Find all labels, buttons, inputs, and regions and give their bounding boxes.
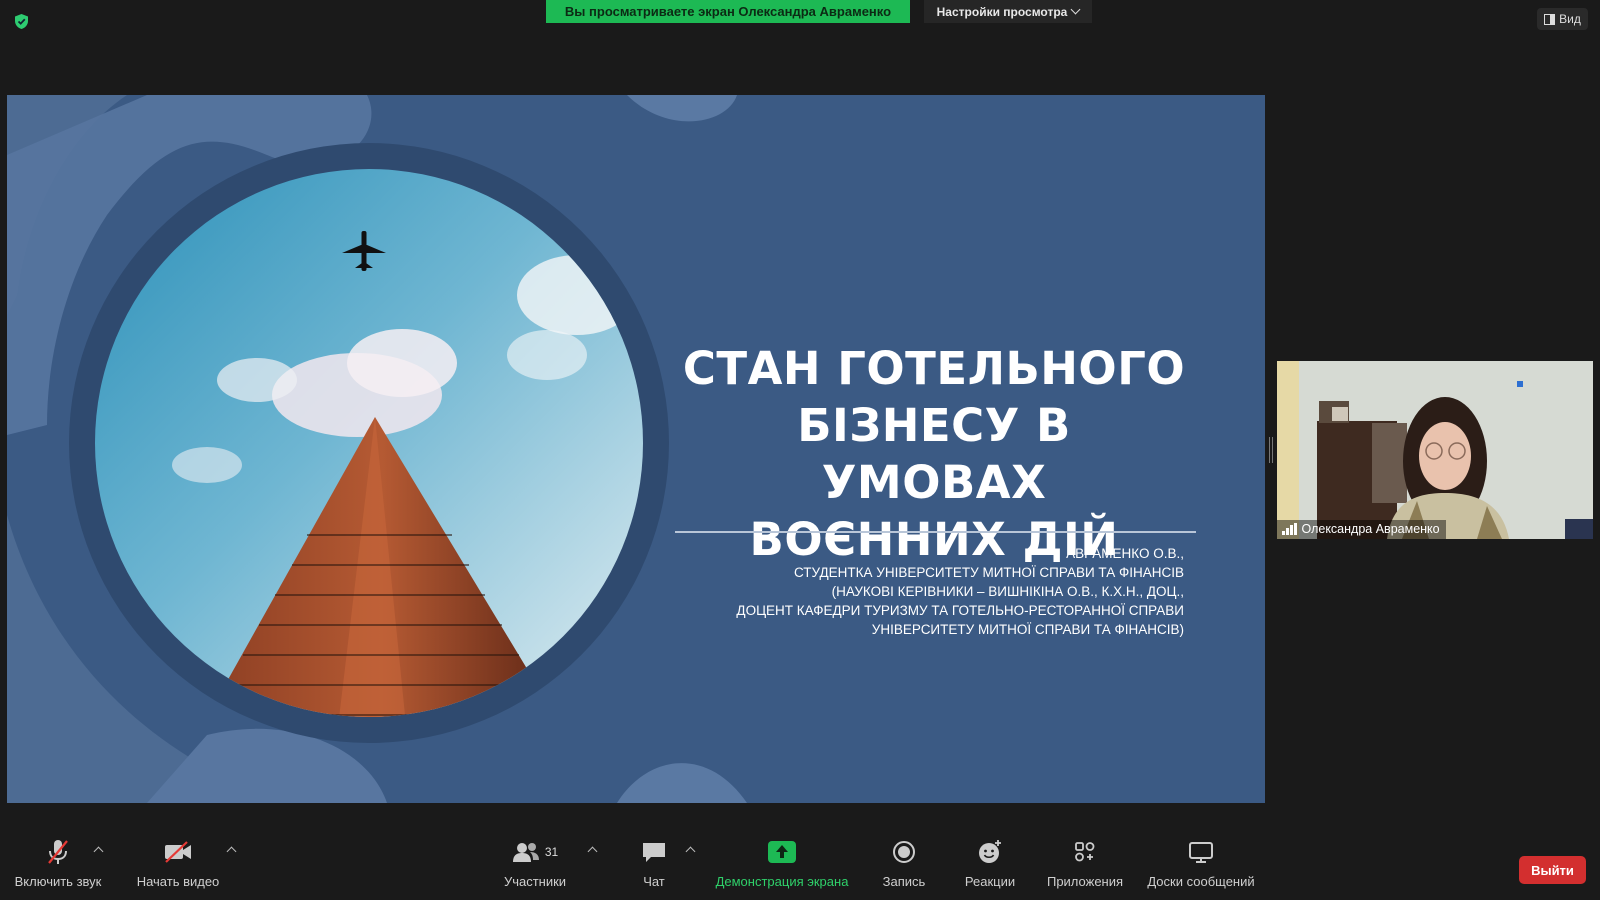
whiteboards-button[interactable]: Доски сообщений bbox=[1142, 836, 1260, 900]
participant-video-frame bbox=[1277, 361, 1593, 539]
participant-name: Олександра Авраменко bbox=[1301, 522, 1440, 536]
participant-video-tile[interactable]: Олександра Авраменко bbox=[1277, 361, 1593, 539]
author-line: СТУДЕНТКА УНІВЕРСИТЕТУ МИТНОЇ СПРАВИ ТА … bbox=[793, 565, 1184, 580]
participants-options-caret[interactable] bbox=[587, 846, 598, 857]
reactions-icon bbox=[979, 840, 1001, 863]
share-screen-icon bbox=[768, 841, 796, 863]
author-line: АВРАМЕНКО О.В., bbox=[1066, 546, 1184, 561]
unmute-label: Включить звук bbox=[14, 874, 102, 889]
screen-share-banner: Вы просматриваете экран Олександра Аврам… bbox=[546, 0, 910, 23]
video-camera-off-icon bbox=[165, 841, 191, 863]
slide-authors: АВРАМЕНКО О.В., СТУДЕНТКА УНІВЕРСИТЕТУ М… bbox=[687, 544, 1184, 639]
whiteboard-icon bbox=[1189, 842, 1213, 863]
apps-label: Приложения bbox=[1046, 874, 1124, 889]
share-screen-button[interactable]: Демонстрация экрана bbox=[704, 836, 860, 900]
author-line: УНІВЕРСИТЕТУ МИТНОЇ СПРАВИ ТА ФІНАНСІВ) bbox=[871, 622, 1184, 637]
participants-count: 31 bbox=[544, 845, 559, 859]
layout-icon bbox=[1544, 13, 1556, 25]
slide-divider bbox=[675, 531, 1196, 533]
view-settings-button[interactable]: Настройки просмотра bbox=[924, 0, 1092, 23]
share-screen-label: Демонстрация экрана bbox=[715, 874, 849, 889]
chat-bubble-icon bbox=[643, 843, 665, 862]
view-settings-label: Настройки просмотра bbox=[936, 4, 1068, 19]
slide-title: СТАН ГОТЕЛЬНОГО БІЗНЕСУ В УМОВАХ ВОЄННИХ… bbox=[679, 340, 1189, 568]
view-button[interactable]: Вид bbox=[1537, 8, 1588, 30]
chevron-down-icon bbox=[1070, 4, 1081, 15]
author-line: (НАУКОВІ КЕРІВНИКИ – ВИШНІКІНА О.В., К.Х… bbox=[831, 584, 1184, 599]
chat-button[interactable]: Чат bbox=[626, 836, 682, 900]
microphone-muted-icon bbox=[48, 840, 68, 864]
reactions-label: Реакции bbox=[964, 874, 1016, 889]
unmute-button[interactable]: Включить звук bbox=[8, 836, 108, 900]
participant-name-tag: Олександра Авраменко bbox=[1277, 520, 1446, 539]
video-options-caret[interactable] bbox=[226, 846, 237, 857]
record-icon bbox=[893, 841, 915, 863]
whiteboards-label: Доски сообщений bbox=[1147, 874, 1255, 889]
view-button-label: Вид bbox=[1559, 12, 1581, 26]
shield-icon[interactable] bbox=[13, 13, 30, 30]
shared-screen-slide: СТАН ГОТЕЛЬНОГО БІЗНЕСУ В УМОВАХ ВОЄННИХ… bbox=[7, 95, 1265, 803]
slide-title-line: БІЗНЕСУ В УМОВАХ bbox=[797, 399, 1071, 509]
signal-strength-icon bbox=[1282, 523, 1297, 535]
leave-meeting-button[interactable]: Выйти bbox=[1519, 856, 1586, 884]
participants-button[interactable]: 31 Участники bbox=[494, 836, 576, 900]
author-line: ДОЦЕНТ КАФЕДРИ ТУРИЗМУ ТА ГОТЕЛЬНО-РЕСТО… bbox=[736, 603, 1184, 618]
record-button[interactable]: Запись bbox=[872, 836, 936, 900]
apps-icon bbox=[1075, 842, 1095, 862]
meeting-toolbar: Включить звук Начать видео 31 Участники bbox=[0, 836, 1600, 900]
apps-button[interactable]: Приложения bbox=[1038, 836, 1132, 900]
chat-options-caret[interactable] bbox=[685, 846, 696, 857]
start-video-label: Начать видео bbox=[136, 874, 220, 889]
panel-resize-handle[interactable] bbox=[1269, 437, 1273, 463]
participants-label: Участники bbox=[503, 874, 567, 889]
reactions-button[interactable]: Реакции bbox=[956, 836, 1024, 900]
slide-title-line: СТАН ГОТЕЛЬНОГО bbox=[682, 342, 1186, 395]
record-label: Запись bbox=[882, 874, 926, 889]
start-video-button[interactable]: Начать видео bbox=[128, 836, 228, 900]
participants-icon bbox=[512, 843, 539, 862]
chat-label: Чат bbox=[643, 874, 665, 889]
